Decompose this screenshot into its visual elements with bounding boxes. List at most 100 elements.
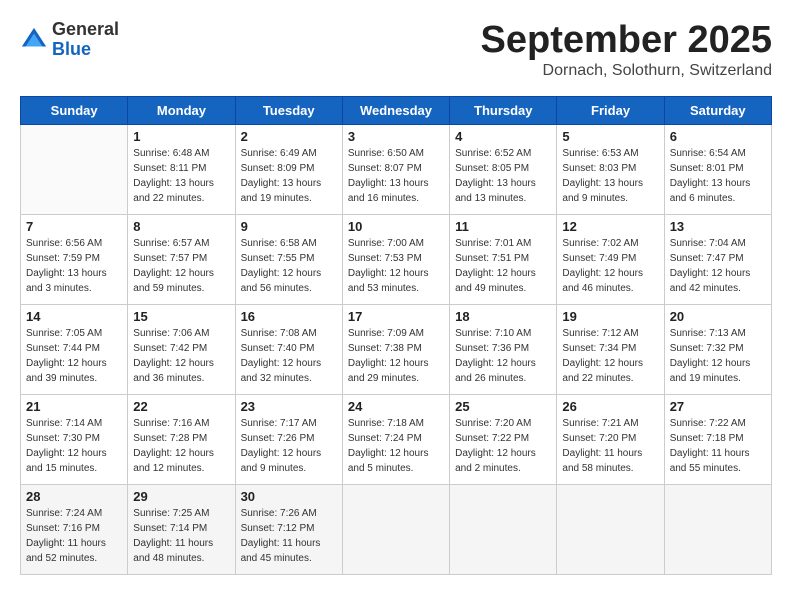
calendar-cell: 15 Sunrise: 7:06 AM Sunset: 7:42 PM Dayl… <box>128 304 235 394</box>
sunrise-text: Sunrise: 7:02 AM <box>562 236 658 251</box>
calendar-body: 1 Sunrise: 6:48 AM Sunset: 8:11 PM Dayli… <box>21 124 772 574</box>
sunset-text: Sunset: 7:47 PM <box>670 251 766 266</box>
calendar-cell: 13 Sunrise: 7:04 AM Sunset: 7:47 PM Dayl… <box>664 214 771 304</box>
calendar-cell <box>21 124 128 214</box>
calendar-cell: 9 Sunrise: 6:58 AM Sunset: 7:55 PM Dayli… <box>235 214 342 304</box>
sunrise-text: Sunrise: 7:08 AM <box>241 326 337 341</box>
calendar-cell: 28 Sunrise: 7:24 AM Sunset: 7:16 PM Dayl… <box>21 484 128 574</box>
daylight-text: Daylight: 13 hours and 22 minutes. <box>133 176 229 206</box>
sunset-text: Sunset: 7:32 PM <box>670 341 766 356</box>
daylight-text: Daylight: 12 hours and 2 minutes. <box>455 446 551 476</box>
day-number: 10 <box>348 219 444 234</box>
daylight-text: Daylight: 11 hours and 55 minutes. <box>670 446 766 476</box>
day-info: Sunrise: 7:02 AM Sunset: 7:49 PM Dayligh… <box>562 236 658 296</box>
sunrise-text: Sunrise: 6:48 AM <box>133 146 229 161</box>
day-number: 17 <box>348 309 444 324</box>
day-number: 4 <box>455 129 551 144</box>
sunrise-text: Sunrise: 6:53 AM <box>562 146 658 161</box>
sunrise-text: Sunrise: 7:20 AM <box>455 416 551 431</box>
calendar-cell: 14 Sunrise: 7:05 AM Sunset: 7:44 PM Dayl… <box>21 304 128 394</box>
daylight-text: Daylight: 12 hours and 5 minutes. <box>348 446 444 476</box>
sunrise-text: Sunrise: 7:05 AM <box>26 326 122 341</box>
day-info: Sunrise: 7:08 AM Sunset: 7:40 PM Dayligh… <box>241 326 337 386</box>
logo: General Blue <box>20 20 119 60</box>
calendar-cell <box>450 484 557 574</box>
day-number: 24 <box>348 399 444 414</box>
daylight-text: Daylight: 12 hours and 56 minutes. <box>241 266 337 296</box>
sunrise-text: Sunrise: 7:21 AM <box>562 416 658 431</box>
calendar-cell: 10 Sunrise: 7:00 AM Sunset: 7:53 PM Dayl… <box>342 214 449 304</box>
calendar-cell: 18 Sunrise: 7:10 AM Sunset: 7:36 PM Dayl… <box>450 304 557 394</box>
logo-general: General <box>52 20 119 40</box>
daylight-text: Daylight: 12 hours and 59 minutes. <box>133 266 229 296</box>
day-number: 21 <box>26 399 122 414</box>
day-info: Sunrise: 6:50 AM Sunset: 8:07 PM Dayligh… <box>348 146 444 206</box>
weekday-header-thursday: Thursday <box>450 96 557 124</box>
weekday-header-friday: Friday <box>557 96 664 124</box>
calendar-cell <box>342 484 449 574</box>
day-info: Sunrise: 7:05 AM Sunset: 7:44 PM Dayligh… <box>26 326 122 386</box>
day-number: 19 <box>562 309 658 324</box>
calendar-cell: 2 Sunrise: 6:49 AM Sunset: 8:09 PM Dayli… <box>235 124 342 214</box>
day-number: 27 <box>670 399 766 414</box>
day-number: 1 <box>133 129 229 144</box>
page-header: General Blue September 2025 Dornach, Sol… <box>20 20 772 80</box>
sunrise-text: Sunrise: 7:25 AM <box>133 506 229 521</box>
day-info: Sunrise: 7:14 AM Sunset: 7:30 PM Dayligh… <box>26 416 122 476</box>
calendar-header: SundayMondayTuesdayWednesdayThursdayFrid… <box>21 96 772 124</box>
day-number: 28 <box>26 489 122 504</box>
day-info: Sunrise: 7:01 AM Sunset: 7:51 PM Dayligh… <box>455 236 551 296</box>
sunrise-text: Sunrise: 7:04 AM <box>670 236 766 251</box>
calendar-cell: 17 Sunrise: 7:09 AM Sunset: 7:38 PM Dayl… <box>342 304 449 394</box>
sunrise-text: Sunrise: 6:52 AM <box>455 146 551 161</box>
sunrise-text: Sunrise: 7:00 AM <box>348 236 444 251</box>
calendar-cell: 21 Sunrise: 7:14 AM Sunset: 7:30 PM Dayl… <box>21 394 128 484</box>
day-info: Sunrise: 6:48 AM Sunset: 8:11 PM Dayligh… <box>133 146 229 206</box>
weekday-header-saturday: Saturday <box>664 96 771 124</box>
sunrise-text: Sunrise: 7:06 AM <box>133 326 229 341</box>
sunrise-text: Sunrise: 7:26 AM <box>241 506 337 521</box>
calendar-week-row: 7 Sunrise: 6:56 AM Sunset: 7:59 PM Dayli… <box>21 214 772 304</box>
sunset-text: Sunset: 8:07 PM <box>348 161 444 176</box>
day-number: 9 <box>241 219 337 234</box>
day-number: 13 <box>670 219 766 234</box>
daylight-text: Daylight: 12 hours and 9 minutes. <box>241 446 337 476</box>
sunrise-text: Sunrise: 7:18 AM <box>348 416 444 431</box>
calendar-cell: 24 Sunrise: 7:18 AM Sunset: 7:24 PM Dayl… <box>342 394 449 484</box>
location: Dornach, Solothurn, Switzerland <box>481 62 773 80</box>
sunrise-text: Sunrise: 7:24 AM <box>26 506 122 521</box>
sunset-text: Sunset: 7:28 PM <box>133 431 229 446</box>
calendar-cell: 27 Sunrise: 7:22 AM Sunset: 7:18 PM Dayl… <box>664 394 771 484</box>
day-info: Sunrise: 6:58 AM Sunset: 7:55 PM Dayligh… <box>241 236 337 296</box>
sunrise-text: Sunrise: 7:09 AM <box>348 326 444 341</box>
sunrise-text: Sunrise: 6:56 AM <box>26 236 122 251</box>
logo-icon <box>20 26 48 54</box>
daylight-text: Daylight: 12 hours and 29 minutes. <box>348 356 444 386</box>
day-info: Sunrise: 6:49 AM Sunset: 8:09 PM Dayligh… <box>241 146 337 206</box>
daylight-text: Daylight: 12 hours and 26 minutes. <box>455 356 551 386</box>
day-number: 15 <box>133 309 229 324</box>
daylight-text: Daylight: 13 hours and 3 minutes. <box>26 266 122 296</box>
daylight-text: Daylight: 12 hours and 12 minutes. <box>133 446 229 476</box>
sunset-text: Sunset: 7:42 PM <box>133 341 229 356</box>
calendar-cell: 16 Sunrise: 7:08 AM Sunset: 7:40 PM Dayl… <box>235 304 342 394</box>
day-number: 22 <box>133 399 229 414</box>
weekday-header-wednesday: Wednesday <box>342 96 449 124</box>
sunrise-text: Sunrise: 6:57 AM <box>133 236 229 251</box>
daylight-text: Daylight: 13 hours and 16 minutes. <box>348 176 444 206</box>
calendar-cell <box>557 484 664 574</box>
day-info: Sunrise: 6:53 AM Sunset: 8:03 PM Dayligh… <box>562 146 658 206</box>
sunset-text: Sunset: 7:22 PM <box>455 431 551 446</box>
calendar-cell: 22 Sunrise: 7:16 AM Sunset: 7:28 PM Dayl… <box>128 394 235 484</box>
sunset-text: Sunset: 7:24 PM <box>348 431 444 446</box>
calendar-table: SundayMondayTuesdayWednesdayThursdayFrid… <box>20 96 772 575</box>
calendar-week-row: 14 Sunrise: 7:05 AM Sunset: 7:44 PM Dayl… <box>21 304 772 394</box>
calendar-cell: 4 Sunrise: 6:52 AM Sunset: 8:05 PM Dayli… <box>450 124 557 214</box>
sunrise-text: Sunrise: 7:22 AM <box>670 416 766 431</box>
daylight-text: Daylight: 12 hours and 42 minutes. <box>670 266 766 296</box>
daylight-text: Daylight: 12 hours and 32 minutes. <box>241 356 337 386</box>
day-number: 3 <box>348 129 444 144</box>
daylight-text: Daylight: 12 hours and 49 minutes. <box>455 266 551 296</box>
sunset-text: Sunset: 7:51 PM <box>455 251 551 266</box>
day-info: Sunrise: 7:20 AM Sunset: 7:22 PM Dayligh… <box>455 416 551 476</box>
